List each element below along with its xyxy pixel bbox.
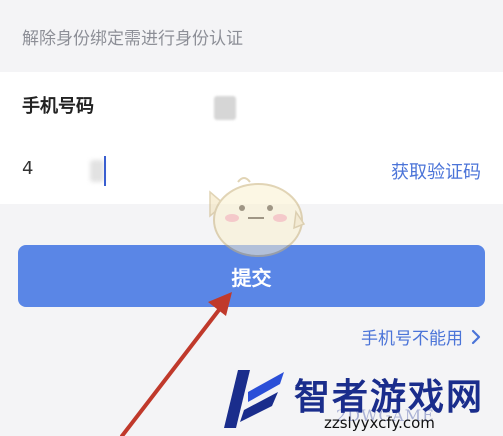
- watermark-url: zzslyyxcfy.com: [324, 414, 435, 432]
- watermark-logo: [224, 370, 284, 428]
- site-watermark: 智者游戏网 2DWGAME zzslyyxcfy.com: [214, 362, 503, 436]
